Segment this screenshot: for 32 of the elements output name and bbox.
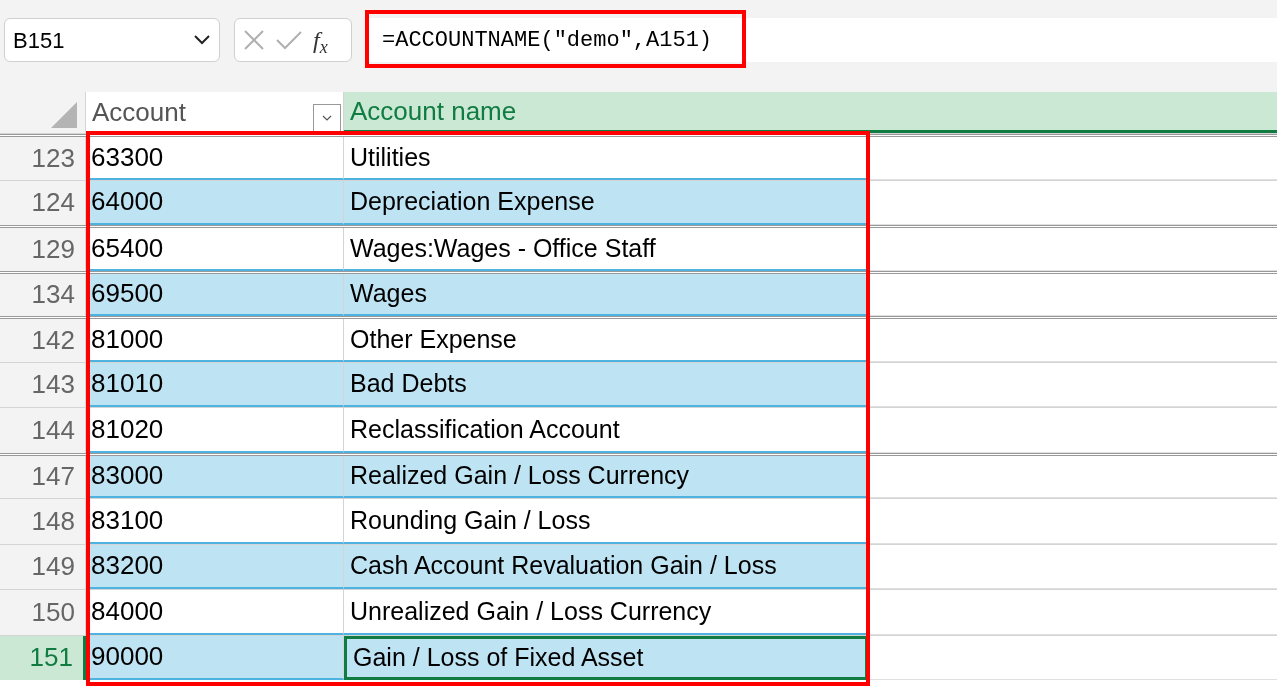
table-cell: Realized Gain / Loss Currency xyxy=(344,455,868,498)
insert-function-button[interactable]: f$_{x}$ xyxy=(313,22,328,58)
close-icon[interactable] xyxy=(243,29,265,51)
row-header[interactable]: 150 xyxy=(0,590,86,635)
table-cell: Bad Debts xyxy=(344,362,868,407)
select-all-corner[interactable] xyxy=(0,92,86,133)
row-header[interactable]: 148 xyxy=(0,499,86,544)
table-cell: Wages xyxy=(344,273,868,316)
row-header[interactable]: 123 xyxy=(0,137,86,180)
row-header[interactable]: 142 xyxy=(0,319,86,362)
row-header[interactable]: 143 xyxy=(0,362,86,407)
row-header[interactable]: 151 xyxy=(0,635,86,680)
table-cell: Cash Account Revaluation Gain / Loss xyxy=(344,544,868,589)
column-title: Account xyxy=(92,96,186,129)
column-header[interactable]: Account name xyxy=(344,92,868,133)
chevron-down-icon xyxy=(322,114,332,121)
cell-reference: B151 xyxy=(13,26,65,55)
row-header[interactable]: 149 xyxy=(0,544,86,589)
row-header[interactable]: 144 xyxy=(0,408,86,453)
filter-dropdown-button[interactable] xyxy=(313,103,341,132)
column-title: Account name xyxy=(350,94,517,128)
row-header[interactable]: 147 xyxy=(0,455,86,498)
table-cell: Gain / Loss of Fixed Asset xyxy=(344,635,868,680)
table-cell: Depreciation Expense xyxy=(344,180,868,225)
chevron-down-icon xyxy=(193,34,211,46)
triangle-icon xyxy=(51,102,77,128)
row-header[interactable]: 129 xyxy=(0,228,86,271)
row-header[interactable]: 134 xyxy=(0,273,86,316)
row-header[interactable]: 124 xyxy=(0,180,86,225)
checkmark-icon[interactable] xyxy=(275,30,303,50)
formula-field[interactable]: =ACCOUNTNAME("demo",A151) xyxy=(366,18,1277,62)
name-box[interactable]: B151 xyxy=(4,18,220,62)
